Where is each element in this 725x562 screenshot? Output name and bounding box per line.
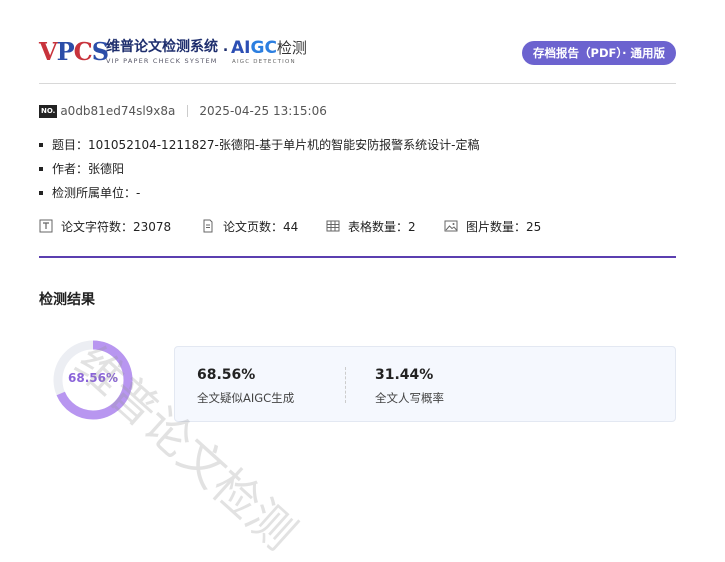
report-header: VPCS 维普论文检测系统 . VIP PAPER CHECK SYSTEM A… (39, 38, 676, 72)
author-label: 作者： (52, 162, 89, 176)
result-divider (345, 367, 346, 403)
aigc-percent: 68.56% (197, 367, 256, 383)
stat-chars: 论文字符数：23078 (39, 218, 171, 235)
results-section-title: 检测结果 (39, 292, 95, 308)
title-value: 101052104-1211827-张德阳-基于单片机的智能安防报警系统设计-定… (88, 138, 480, 152)
no-badge: NO. (39, 105, 58, 118)
report-meta: NO. a0db81ed74sl9x8a 2025-04-25 13:15:06 (39, 104, 327, 120)
text-count-icon (39, 219, 53, 233)
report-type-badge: 存档报告（PDF）· 通用版 (522, 41, 676, 65)
logo-english-name: VIP PAPER CHECK SYSTEM (106, 57, 218, 65)
document-id: a0db81ed74sl9x8a (60, 104, 176, 118)
aigc-logo-english: AIGC DETECTION (232, 59, 296, 65)
author-value: 张德阳 (88, 162, 125, 176)
header-divider (39, 83, 676, 84)
report-datetime: 2025-04-25 13:15:06 (199, 104, 327, 118)
ring-percent-label: 68.56% (68, 371, 118, 385)
bullet-icon (39, 143, 43, 147)
stat-pages: 论文页数：44 (201, 218, 298, 235)
stat-tables: 表格数量：2 (326, 218, 416, 235)
section-divider (39, 256, 676, 258)
info-author-row: 作者：张德阳 (39, 162, 124, 176)
bullet-icon (39, 167, 43, 171)
info-unit-row: 检测所属单位：- (39, 186, 140, 200)
meta-separator (187, 105, 189, 117)
bullet-icon (39, 191, 43, 195)
table-icon (326, 220, 340, 232)
aigc-label: 全文疑似AIGC生成 (197, 391, 295, 405)
unit-label: 检测所属单位： (52, 186, 137, 200)
unit-value: - (136, 186, 141, 200)
result-summary-box: 68.56% 全文疑似AIGC生成 31.44% 全文人写概率 (174, 346, 676, 422)
stat-images: 图片数量：25 (444, 218, 541, 235)
info-title-row: 题目：101052104-1211827-张德阳-基于单片机的智能安防报警系统设… (39, 138, 480, 152)
aigc-logo: AIGC检测 (231, 38, 307, 58)
logo-chinese-name: 维普论文检测系统 . (106, 39, 229, 55)
vpcs-logo: VPCS (39, 37, 109, 66)
human-percent: 31.44% (375, 367, 434, 383)
page-icon (203, 219, 213, 233)
aigc-logo-cn: 检测 (276, 39, 307, 57)
image-icon (444, 220, 458, 232)
human-label: 全文人写概率 (375, 391, 444, 405)
title-label: 题目： (52, 138, 89, 152)
